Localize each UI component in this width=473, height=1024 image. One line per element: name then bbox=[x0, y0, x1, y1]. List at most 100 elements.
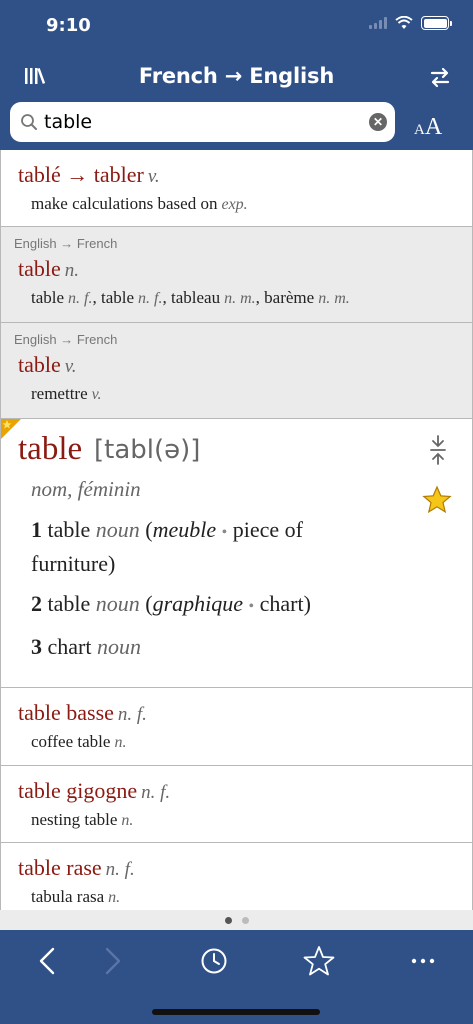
result-translation-line: tabula rasa n. bbox=[31, 887, 120, 907]
sense-3: 3 chart noun bbox=[31, 631, 431, 662]
sense-2: 2 table noun (graphique • chart) bbox=[31, 588, 431, 622]
list-item[interactable]: table gigogne n. f. nesting table n. bbox=[0, 766, 473, 843]
font-size-button[interactable]: AA bbox=[414, 114, 442, 141]
translation-word: tableau bbox=[171, 288, 221, 307]
result-pos: n. f. bbox=[105, 859, 135, 880]
result-headline: tablé → tabler v. bbox=[18, 162, 160, 188]
app-header: 9:10 French → English table ✕ AA bbox=[0, 0, 473, 150]
result-headword: table basse bbox=[18, 700, 114, 725]
page-indicator[interactable] bbox=[0, 910, 473, 930]
collapse-icon[interactable] bbox=[427, 434, 449, 466]
result-pos: v. bbox=[64, 356, 77, 377]
result-translation-line: make calculations based on exp. bbox=[31, 194, 248, 214]
home-indicator bbox=[152, 1009, 320, 1015]
result-headline: table n. bbox=[18, 256, 79, 282]
sense-pos: noun bbox=[96, 634, 141, 659]
result-headword: table gigogne bbox=[18, 778, 138, 803]
page-dot-active bbox=[224, 916, 232, 924]
result-headword: table rase bbox=[18, 855, 102, 880]
sense-1: 1 table noun (meuble • piece of furnitur… bbox=[31, 514, 431, 579]
more-icon[interactable] bbox=[406, 944, 440, 978]
font-size-big-label: A bbox=[424, 114, 443, 140]
result-translation: tabula rasa bbox=[31, 887, 105, 906]
results-list: tablé → tabler v. make calculations base… bbox=[0, 150, 473, 910]
bullet: • bbox=[248, 598, 255, 615]
separator: , bbox=[162, 288, 171, 307]
signal-icon bbox=[369, 17, 387, 29]
result-pos: v. bbox=[147, 166, 160, 187]
forward-chevron-icon[interactable] bbox=[95, 944, 129, 978]
sense-paren: ( bbox=[145, 591, 153, 616]
result-translation-line: remettre v. bbox=[31, 384, 102, 404]
result-headword: tablé → tabler bbox=[18, 162, 144, 187]
translation-word: table bbox=[31, 288, 65, 307]
translation-pos: n. f. bbox=[138, 290, 163, 307]
sense-pos: noun bbox=[95, 591, 140, 616]
back-chevron-icon[interactable] bbox=[31, 944, 65, 978]
result-translation-pos: n. bbox=[108, 889, 121, 906]
result-pos: n. bbox=[64, 260, 80, 281]
sense-domain: meuble bbox=[152, 517, 217, 542]
nav-title: French → English bbox=[138, 64, 335, 88]
direction-label: English → French bbox=[14, 332, 118, 347]
star-icon[interactable] bbox=[422, 485, 452, 515]
separator: , bbox=[92, 288, 101, 307]
result-pos: n. f. bbox=[141, 782, 171, 803]
translation-pos: n. m. bbox=[224, 290, 256, 307]
search-input[interactable] bbox=[44, 102, 364, 142]
bullet: • bbox=[221, 524, 228, 541]
battery-icon bbox=[421, 16, 452, 30]
translation-word: table bbox=[101, 288, 135, 307]
status-bar: 9:10 bbox=[0, 0, 473, 50]
direction-label: English → French bbox=[14, 236, 118, 251]
entry-headword: table bbox=[18, 431, 83, 467]
result-translation-line: table n. f., table n. f., tableau n. m.,… bbox=[31, 288, 350, 308]
result-headword: table bbox=[18, 352, 61, 377]
list-item[interactable]: table basse n. f. coffee table n. bbox=[0, 688, 473, 766]
page-dot bbox=[241, 916, 249, 924]
clear-icon[interactable]: ✕ bbox=[369, 113, 387, 131]
status-icons bbox=[369, 16, 452, 30]
search-field[interactable]: ✕ bbox=[10, 102, 395, 142]
translation-pos: n. m. bbox=[318, 290, 350, 307]
sense-domain: graphique bbox=[152, 591, 244, 616]
sense-word: chart bbox=[47, 634, 92, 659]
clock-icon[interactable] bbox=[197, 944, 231, 978]
list-item[interactable]: table rase n. f. tabula rasa n. bbox=[0, 843, 473, 910]
result-translation-pos: n. bbox=[114, 734, 127, 751]
separator: , bbox=[255, 288, 265, 307]
result-translation-pos: exp. bbox=[221, 196, 248, 213]
result-translation: make calculations based on bbox=[31, 194, 218, 213]
font-size-small-label: A bbox=[414, 122, 425, 138]
result-translation: remettre bbox=[31, 384, 88, 403]
list-item[interactable]: English → French table v. remettre v. bbox=[0, 323, 473, 419]
sense-number: 3 bbox=[31, 634, 42, 659]
sense-gloss-cont: furniture) bbox=[31, 551, 116, 576]
translation-pos: n. f. bbox=[68, 290, 93, 307]
entry-pronunciation: [tabl(ə)] bbox=[94, 435, 201, 465]
sense-gloss: piece of bbox=[232, 517, 303, 542]
result-headline: table basse n. f. bbox=[18, 700, 147, 726]
wifi-icon bbox=[395, 16, 413, 29]
status-time: 9:10 bbox=[46, 15, 91, 36]
swap-icon[interactable] bbox=[427, 64, 453, 90]
list-item[interactable]: tablé → tabler v. make calculations base… bbox=[0, 150, 473, 227]
result-translation: coffee table bbox=[31, 732, 111, 751]
sense-word: table bbox=[47, 591, 91, 616]
result-headline: table gigogne n. f. bbox=[18, 778, 170, 804]
sense-gloss: chart) bbox=[259, 591, 311, 616]
result-headline: table v. bbox=[18, 352, 77, 378]
result-pos: n. f. bbox=[117, 704, 147, 725]
result-translation: nesting table bbox=[31, 810, 118, 829]
translation-word: barème bbox=[264, 288, 315, 307]
star-outline-icon[interactable] bbox=[302, 944, 336, 978]
list-item[interactable]: English → French table n. table n. f., t… bbox=[0, 227, 473, 323]
sense-number: 1 bbox=[31, 517, 42, 542]
result-translation-pos: v. bbox=[91, 386, 102, 403]
entry-gender: nom, féminin bbox=[31, 477, 141, 501]
sense-word: table bbox=[47, 517, 91, 542]
entry-detail: table [tabl(ə)] nom, féminin 1 table nou… bbox=[0, 418, 473, 688]
result-headline: table rase n. f. bbox=[18, 855, 135, 881]
nav-bar: French → English bbox=[0, 52, 473, 100]
search-icon bbox=[21, 114, 37, 130]
